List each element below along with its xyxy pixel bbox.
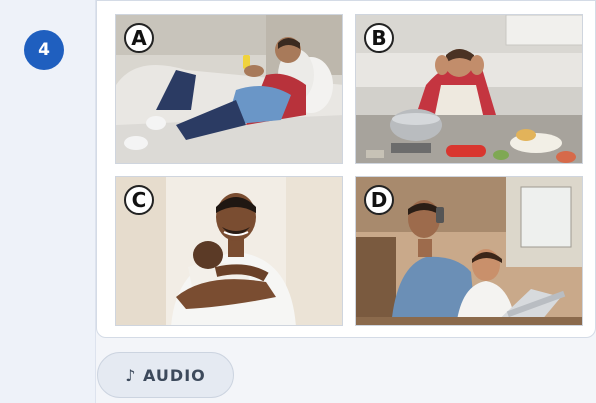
option-b-letter: B <box>364 23 394 53</box>
image-options-card: A B C D <box>96 0 596 338</box>
question-rail: 4 <box>0 0 96 403</box>
audio-button[interactable]: ♪ AUDIO <box>97 352 234 398</box>
option-b-image[interactable]: B <box>355 14 583 164</box>
option-c-letter: C <box>124 185 154 215</box>
option-d-image[interactable]: D <box>355 176 583 326</box>
option-a-letter: A <box>124 23 154 53</box>
audio-button-label: ♪ AUDIO <box>125 365 206 385</box>
option-a-image[interactable]: A <box>115 14 343 164</box>
option-c-image[interactable]: C <box>115 176 343 326</box>
question-number-badge: 4 <box>24 30 64 70</box>
option-d-letter: D <box>364 185 394 215</box>
